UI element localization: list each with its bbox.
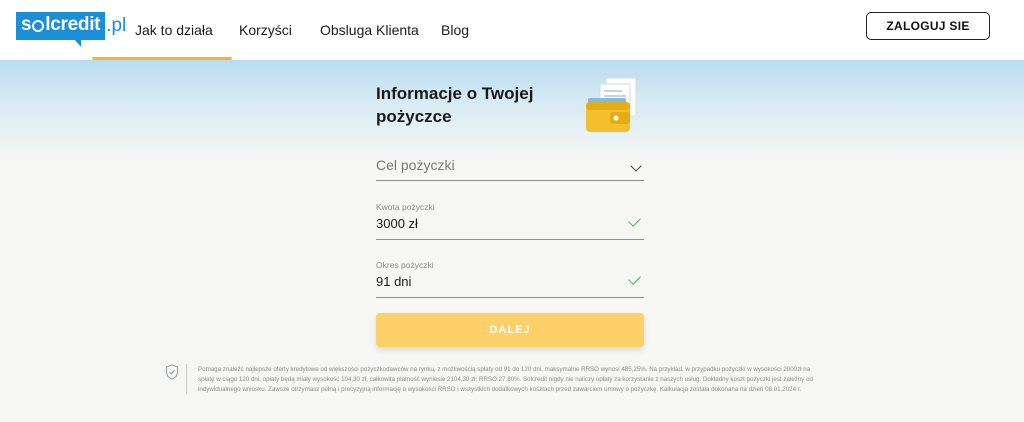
checkmark-icon bbox=[628, 214, 641, 227]
logo-mark: s lcredit bbox=[16, 12, 106, 47]
logo-o-ring bbox=[32, 19, 45, 32]
checkmark-icon bbox=[628, 272, 641, 285]
disclaimer-line: Pomaga znaleźć najlepsze oferty kredytow… bbox=[198, 366, 811, 373]
chevron-down-icon bbox=[630, 160, 642, 172]
wallet-documents-illustration bbox=[586, 77, 637, 132]
loan-purpose-select[interactable]: Cel pożyczki bbox=[376, 153, 644, 181]
loan-amount-value: 3000 zł bbox=[376, 216, 418, 231]
disclaimer-line: indywidualnego wniosku. Zawsze otrzymasz… bbox=[198, 386, 802, 393]
next-button[interactable]: DALEJ bbox=[376, 313, 644, 347]
disclaimer-text: Pomaga znaleźć najlepsze oferty kredytow… bbox=[198, 365, 858, 395]
loan-amount-field[interactable]: Kwota pożyczki 3000 zł bbox=[376, 202, 644, 240]
site-header: s lcredit .pl Jak to działa Korzyści Obsl… bbox=[0, 0, 1024, 60]
logo[interactable]: s lcredit .pl bbox=[16, 12, 127, 47]
shield-check-icon bbox=[165, 364, 179, 380]
logo-domain: .pl bbox=[106, 15, 127, 36]
loan-amount-label: Kwota pożyczki bbox=[376, 202, 435, 212]
nav-item-blog[interactable]: Blog bbox=[441, 0, 469, 60]
loan-period-label: Okres pożyczki bbox=[376, 260, 434, 270]
loan-period-field[interactable]: Okres pożyczki 91 dni bbox=[376, 260, 644, 298]
loan-period-value: 91 dni bbox=[376, 274, 412, 289]
logo-speech-tail bbox=[74, 39, 81, 47]
nav-item-how-it-works[interactable]: Jak to działa bbox=[135, 0, 213, 60]
login-button[interactable]: ZALOGUJ SIE bbox=[866, 12, 990, 40]
nav-item-customer-service[interactable]: Obsluga Klienta bbox=[320, 0, 419, 60]
nav-item-benefits[interactable]: Korzyści bbox=[239, 0, 292, 60]
form-title: Informacje o Twojej pożyczce bbox=[376, 84, 534, 126]
disclaimer-divider bbox=[186, 364, 187, 394]
disclaimer-line: spłatę w ciągu 120 dni, opłaty będą miał… bbox=[198, 376, 813, 383]
loan-purpose-placeholder: Cel pożyczki bbox=[376, 157, 455, 173]
